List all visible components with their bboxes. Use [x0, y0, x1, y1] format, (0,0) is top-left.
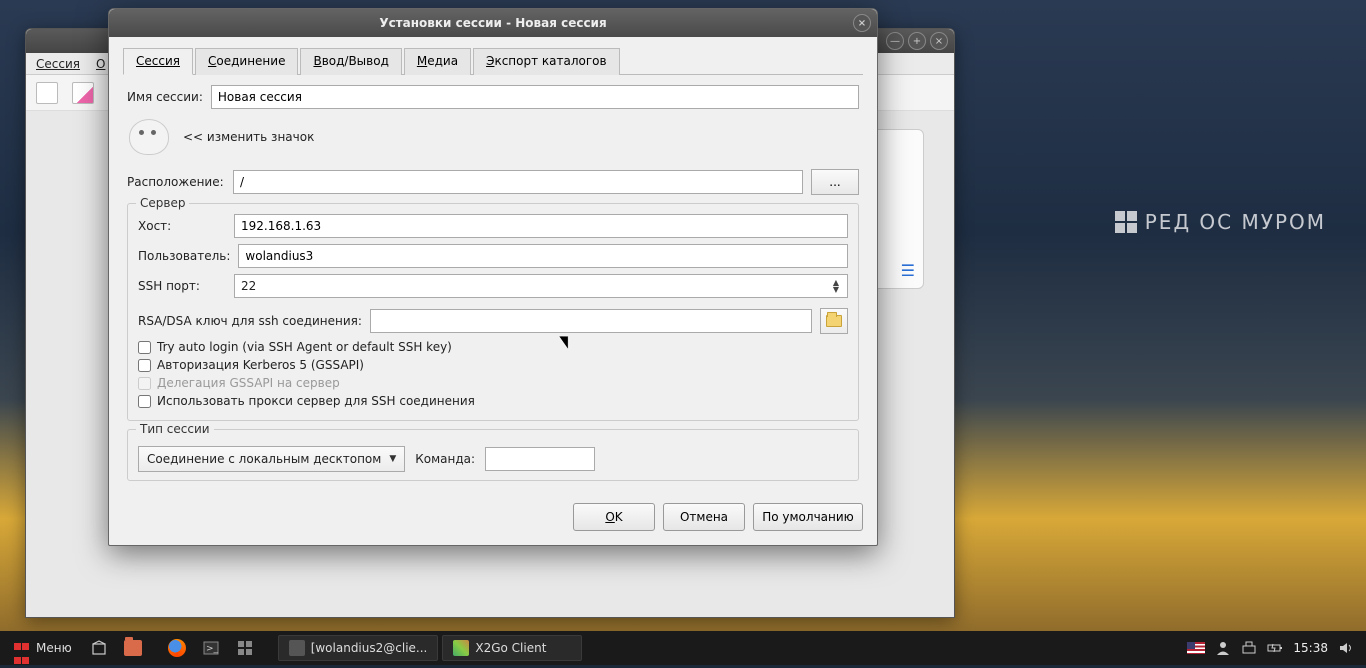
firefox-icon[interactable] [162, 635, 192, 661]
start-menu-button[interactable]: Меню [6, 636, 80, 660]
user-icon[interactable] [1215, 640, 1231, 656]
browse-key-button[interactable] [820, 308, 848, 334]
network-icon[interactable] [1241, 640, 1257, 656]
checkbox-kerberos[interactable] [138, 359, 151, 372]
session-type-combo[interactable]: Соединение с локальным десктопом ▼ [138, 446, 405, 472]
folder-icon [826, 315, 842, 327]
maximize-button[interactable]: + [908, 32, 926, 50]
clock[interactable]: 15:38 [1293, 641, 1328, 655]
location-input[interactable] [233, 170, 803, 194]
taskbar-task-terminal[interactable]: [wolandius2@clie... [278, 635, 439, 661]
label-autologin: Try auto login (via SSH Agent or default… [157, 340, 452, 354]
taskbar: Меню >_ [wolandius2@clie... X2Go Client … [0, 631, 1366, 665]
label-session-name: Имя сессии: [127, 90, 203, 104]
session-type-groupbox: Тип сессии Соединение с локальным дескто… [127, 429, 859, 481]
menu-session[interactable]: Сессия [36, 57, 80, 71]
checkbox-proxy[interactable] [138, 395, 151, 408]
tool-edit-icon[interactable] [72, 82, 94, 104]
label-delegation: Делегация GSSAPI на сервер [157, 376, 340, 390]
tab-session[interactable]: Сессия [123, 48, 193, 75]
session-card-menu-icon[interactable]: ☰ [901, 261, 915, 280]
label-host: Хост: [138, 219, 226, 233]
session-settings-dialog: Установки сессии - Новая сессия × Сессия… [108, 8, 878, 546]
start-menu-label: Меню [36, 641, 72, 655]
change-icon-link[interactable]: << изменить значок [183, 130, 314, 144]
ssh-port-input[interactable]: 22 ▲▼ [234, 274, 848, 298]
label-kerberos: Авторизация Kerberos 5 (GSSAPI) [157, 358, 364, 372]
user-input[interactable] [238, 244, 848, 268]
defaults-button[interactable]: По умолчанию [753, 503, 863, 531]
session-type-value: Соединение с локальным десктопом [147, 452, 381, 466]
taskbar-task-terminal-label: [wolandius2@clie... [311, 641, 428, 655]
keyboard-layout-icon[interactable] [1187, 642, 1205, 654]
checkbox-delegation [138, 377, 151, 390]
dialog-titlebar[interactable]: Установки сессии - Новая сессия × [109, 9, 877, 37]
chevron-down-icon: ▼ [389, 454, 396, 464]
taskbar-task-x2go[interactable]: X2Go Client [442, 635, 582, 661]
watermark-text: РЕД ОС МУРОМ [1145, 210, 1326, 234]
label-rsa-key: RSA/DSA ключ для ssh соединения: [138, 314, 362, 328]
tab-io[interactable]: Ввод/Вывод [300, 48, 401, 75]
label-ssh-port: SSH порт: [138, 279, 226, 293]
label-location: Расположение: [127, 175, 225, 189]
host-input[interactable] [234, 214, 848, 238]
close-button[interactable]: × [930, 32, 948, 50]
label-command: Команда: [415, 452, 475, 466]
checkbox-autologin[interactable] [138, 341, 151, 354]
dialog-button-bar: OK Отмена По умолчанию [109, 491, 877, 545]
tool-new-icon[interactable] [36, 82, 58, 104]
battery-icon[interactable] [1267, 640, 1283, 656]
dialog-close-button[interactable]: × [853, 14, 871, 32]
svg-text:>_: >_ [206, 644, 219, 654]
server-group-title: Сервер [136, 196, 189, 210]
tab-media[interactable]: Медиа [404, 48, 471, 75]
app-launcher-icon[interactable] [230, 635, 260, 661]
ssh-port-spinner[interactable]: ▲▼ [833, 279, 841, 293]
ok-button[interactable]: OK [573, 503, 655, 531]
dialog-title: Установки сессии - Новая сессия [379, 16, 606, 30]
package-manager-icon[interactable] [84, 635, 114, 661]
terminal-task-icon [289, 640, 305, 656]
volume-icon[interactable] [1338, 640, 1354, 656]
desktop-watermark: РЕД ОС МУРОМ [1115, 210, 1326, 234]
label-proxy: Использовать прокси сервер для SSH соеди… [157, 394, 475, 408]
cancel-button[interactable]: Отмена [663, 503, 745, 531]
start-menu-logo-icon [14, 640, 30, 656]
terminal-launcher-icon[interactable]: >_ [196, 635, 226, 661]
menu-options[interactable]: О [96, 57, 105, 71]
minimize-button[interactable]: — [886, 32, 904, 50]
tab-export[interactable]: Экспорт каталогов [473, 48, 620, 75]
taskbar-task-x2go-label: X2Go Client [475, 641, 546, 655]
label-user: Пользователь: [138, 249, 230, 263]
session-type-group-title: Тип сессии [136, 422, 214, 436]
rsa-key-input[interactable] [370, 309, 812, 333]
server-groupbox: Сервер Хост: Пользователь: SSH порт: 22 … [127, 203, 859, 421]
command-input[interactable] [485, 447, 595, 471]
redos-logo-icon [1115, 211, 1137, 233]
system-tray: 15:38 [1187, 640, 1360, 656]
session-name-input[interactable] [211, 85, 859, 109]
file-manager-icon[interactable] [118, 635, 148, 661]
ssh-port-value: 22 [241, 279, 256, 293]
browse-location-button[interactable]: ... [811, 169, 859, 195]
x2go-task-icon [453, 640, 469, 656]
dialog-tabs: Сессия ССоединениеоединение Ввод/Вывод М… [123, 47, 863, 75]
session-icon-preview [129, 119, 169, 155]
tab-connection[interactable]: ССоединениеоединение [195, 48, 298, 75]
